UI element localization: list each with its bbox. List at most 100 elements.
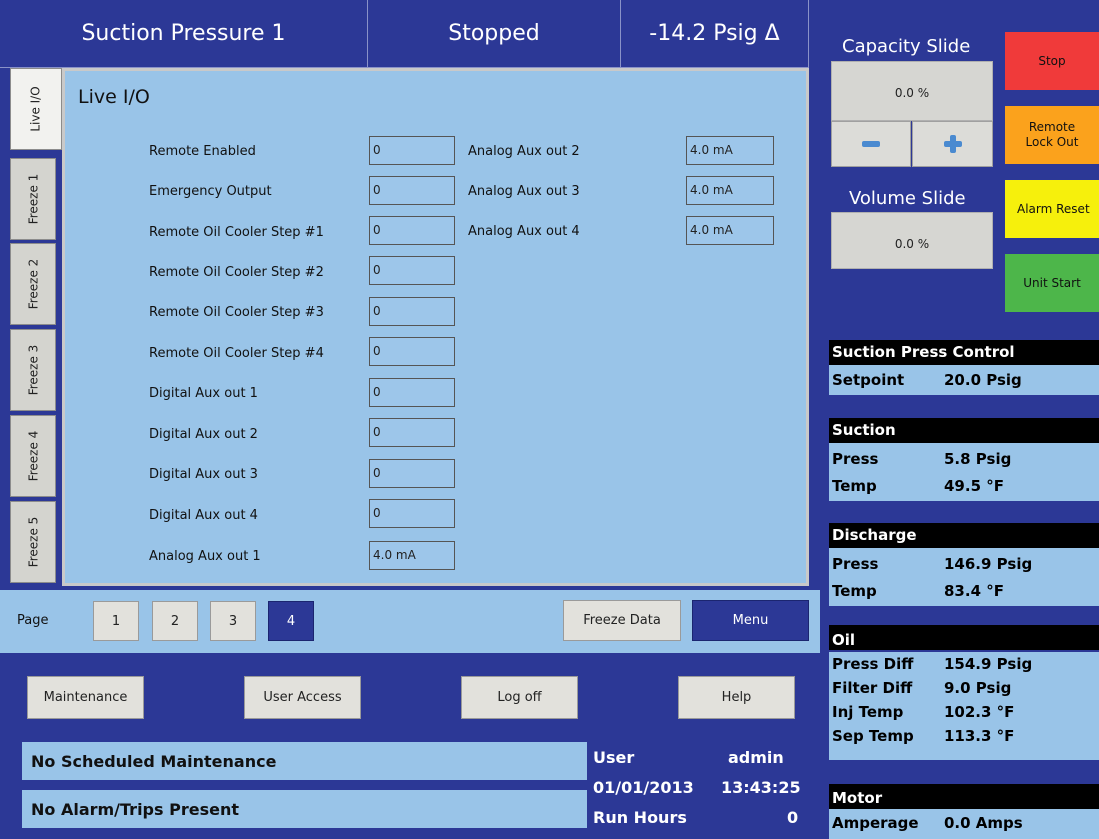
tab-freeze-3[interactable]: Freeze 3 <box>10 329 56 411</box>
io-value: 4.0 mA <box>686 176 774 205</box>
io-label: Remote Oil Cooler Step #1 <box>149 225 324 240</box>
maintenance-button[interactable]: Maintenance <box>27 676 144 719</box>
io-value: 0 <box>369 176 455 205</box>
user-name: admin <box>728 748 784 767</box>
io-label: Analog Aux out 3 <box>468 184 580 199</box>
section-body: Amperage 0.0 Amps <box>829 809 1099 839</box>
data-row: Amperage 0.0 Amps <box>829 809 1099 837</box>
stop-button[interactable]: Stop <box>1005 32 1099 90</box>
tab-freeze-1[interactable]: Freeze 1 <box>10 158 56 240</box>
row-key: Press <box>832 554 879 573</box>
row-value: 49.5 °F <box>944 476 1004 495</box>
data-row: Inj Temp 102.3 °F <box>829 700 1099 724</box>
section-body: Press 146.9 Psig Temp 83.4 °F <box>829 548 1099 606</box>
user-access-button[interactable]: User Access <box>244 676 361 719</box>
help-button[interactable]: Help <box>678 676 795 719</box>
io-label: Remote Oil Cooler Step #3 <box>149 305 324 320</box>
capacity-decrease-button[interactable] <box>831 121 911 167</box>
header-value: -14.2 Psig Δ <box>621 0 809 68</box>
row-value: 102.3 °F <box>944 703 1015 721</box>
data-row: Filter Diff 9.0 Psig <box>829 676 1099 700</box>
tab-freeze-5[interactable]: Freeze 5 <box>10 501 56 583</box>
io-value: 0 <box>369 297 455 326</box>
freeze-data-button[interactable]: Freeze Data <box>563 600 681 641</box>
row-key: Temp <box>832 581 877 600</box>
row-value: 83.4 °F <box>944 581 1004 600</box>
minus-icon <box>862 141 880 147</box>
user-label: User <box>593 748 635 767</box>
data-row: Press 146.9 Psig <box>829 550 1099 577</box>
capacity-increase-button[interactable] <box>912 121 993 167</box>
volume-slide-value: 0.0 % <box>831 212 993 269</box>
header-title: Suction Pressure 1 <box>0 0 368 68</box>
io-value: 4.0 mA <box>686 216 774 245</box>
row-key: Sep Temp <box>832 727 914 745</box>
section-header: Discharge <box>829 523 1099 548</box>
tab-label: Freeze 3 <box>26 344 41 396</box>
io-label: Digital Aux out 2 <box>149 427 258 442</box>
data-row: Sep Temp 113.3 °F <box>829 724 1099 748</box>
io-label: Emergency Output <box>149 184 272 199</box>
capacity-slide-value: 0.0 % <box>831 61 993 121</box>
io-label: Digital Aux out 1 <box>149 386 258 401</box>
plus-icon <box>943 135 962 153</box>
run-hours-label: Run Hours <box>593 808 687 827</box>
io-label: Remote Enabled <box>149 144 256 159</box>
tab-label: Freeze 4 <box>26 430 41 482</box>
row-key: Setpoint <box>832 371 905 389</box>
io-label: Analog Aux out 4 <box>468 224 580 239</box>
row-key: Press <box>832 449 879 468</box>
page-1-button[interactable]: 1 <box>93 601 139 641</box>
page-4-button[interactable]: 4 <box>268 601 314 641</box>
section-header: Suction <box>829 418 1099 443</box>
row-value: 5.8 Psig <box>944 449 1012 468</box>
row-key: Amperage <box>832 814 919 832</box>
io-value: 0 <box>369 418 455 447</box>
unit-start-button[interactable]: Unit Start <box>1005 254 1099 312</box>
section-header: Suction Press Control <box>829 340 1099 365</box>
io-label: Digital Aux out 4 <box>149 508 258 523</box>
tab-label: Freeze 1 <box>26 173 41 225</box>
data-row: Temp 83.4 °F <box>829 577 1099 604</box>
section-body: Press 5.8 Psig Temp 49.5 °F <box>829 443 1099 501</box>
row-value: 146.9 Psig <box>944 554 1033 573</box>
tab-freeze-2[interactable]: Freeze 2 <box>10 243 56 325</box>
io-value: 0 <box>369 256 455 285</box>
tab-live-io[interactable]: Live I/O <box>10 68 62 150</box>
io-label: Analog Aux out 2 <box>468 144 580 159</box>
tab-freeze-4[interactable]: Freeze 4 <box>10 415 56 497</box>
section-body: Press Diff 154.9 Psig Filter Diff 9.0 Psig… <box>829 652 1099 760</box>
row-key: Inj Temp <box>832 703 904 721</box>
tab-label: Live I/O <box>28 86 43 132</box>
page-3-button[interactable]: 3 <box>210 601 256 641</box>
io-label: Remote Oil Cooler Step #4 <box>149 346 324 361</box>
capacity-slide-title: Capacity Slide <box>842 36 971 57</box>
page-2-button[interactable]: 2 <box>152 601 198 641</box>
volume-slide-title: Volume Slide <box>849 188 966 209</box>
alarm-status: No Alarm/Trips Present <box>31 800 239 819</box>
data-row: Temp 49.5 °F <box>829 472 1099 499</box>
tab-label: Freeze 5 <box>26 516 41 568</box>
header-state: Stopped <box>368 0 621 68</box>
remote-lockout-button[interactable]: Remote Lock Out <box>1005 106 1099 164</box>
alarm-reset-button[interactable]: Alarm Reset <box>1005 180 1099 238</box>
row-key: Temp <box>832 476 877 495</box>
io-value: 0 <box>369 337 455 366</box>
io-label: Analog Aux out 1 <box>149 549 261 564</box>
io-value: 0 <box>369 499 455 528</box>
row-value: 0.0 Amps <box>944 814 1023 832</box>
row-key: Press Diff <box>832 655 914 673</box>
section-header: Oil <box>829 625 1099 650</box>
run-hours-value: 0 <box>787 808 799 827</box>
io-value: 0 <box>369 136 455 165</box>
current-date: 01/01/2013 <box>593 778 694 797</box>
section-body: Setpoint 20.0 Psig <box>829 365 1099 395</box>
panel-title: Live I/O <box>78 86 150 108</box>
capacity-value-text: 0.0 % <box>894 86 930 100</box>
menu-button[interactable]: Menu <box>692 600 809 641</box>
io-label: Digital Aux out 3 <box>149 467 258 482</box>
current-time: 13:43:25 <box>721 778 801 797</box>
row-value: 154.9 Psig <box>944 655 1033 673</box>
log-off-button[interactable]: Log off <box>461 676 578 719</box>
io-value: 0 <box>369 378 455 407</box>
